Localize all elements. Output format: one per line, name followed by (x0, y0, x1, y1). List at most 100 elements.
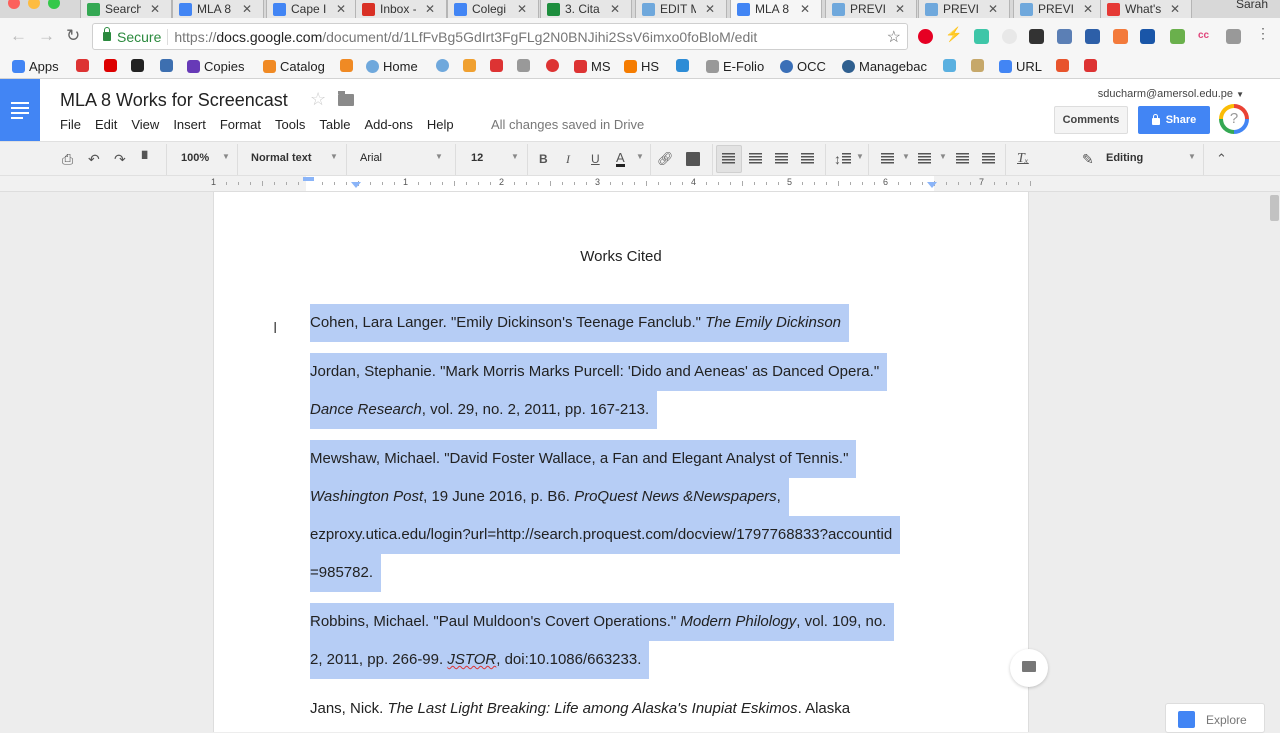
bookmark-item[interactable] (131, 59, 144, 72)
lightning-extension-icon[interactable]: ⚡ (945, 26, 962, 42)
close-tab-icon[interactable]: ✕ (1170, 2, 1180, 16)
close-tab-icon[interactable]: ✕ (242, 2, 252, 16)
close-window-icon[interactable] (8, 0, 20, 9)
paragraph-style-select[interactable]: Normal text (251, 152, 312, 164)
browser-tab[interactable]: Cape I ✕ (266, 0, 358, 18)
bookmark-item[interactable]: Managebac (842, 59, 927, 74)
clear-formatting-icon[interactable]: Tₓ (1017, 151, 1029, 167)
justify-button[interactable] (801, 153, 814, 164)
citation-line[interactable]: Jans, Nick. The Last Light Breaking: Lif… (310, 690, 850, 728)
decrease-indent-button[interactable] (956, 153, 969, 164)
menu-tools[interactable]: Tools (275, 117, 305, 132)
bookmark-item[interactable] (436, 59, 449, 72)
browser-tab[interactable]: Colegi ✕ (447, 0, 539, 18)
extension-icon[interactable] (1226, 29, 1241, 44)
close-tab-icon[interactable]: ✕ (895, 2, 905, 16)
citation-line[interactable]: Jordan, Stephanie. "Mark Morris Marks Pu… (310, 353, 888, 391)
browser-tab[interactable]: PREVI ✕ (1013, 0, 1105, 18)
browser-tab[interactable]: Inbox - ✕ (355, 0, 447, 18)
save-status[interactable]: All changes saved in Drive (491, 117, 644, 132)
cc-extension-icon[interactable]: cc (1198, 30, 1213, 45)
citation-line[interactable]: Robbins, Michael. "Paul Muldoon's Covert… (310, 603, 895, 641)
bookmark-item[interactable] (104, 59, 117, 72)
bookmark-item[interactable] (676, 59, 689, 72)
editing-mode-select[interactable]: Editing (1106, 152, 1143, 164)
bookmark-item[interactable] (490, 59, 503, 72)
bookmark-item[interactable]: Copies (187, 59, 244, 74)
menu-help[interactable]: Help (427, 117, 454, 132)
extension-icon[interactable] (1002, 29, 1017, 44)
insert-link-icon[interactable]: 🔗︎ (657, 151, 674, 167)
menu-insert[interactable]: Insert (173, 117, 206, 132)
bookmark-item[interactable] (463, 59, 476, 72)
menu-table[interactable]: Table (319, 117, 350, 132)
film-extension-icon[interactable] (1029, 29, 1044, 44)
undo-icon[interactable]: ↶ (88, 151, 100, 167)
numbered-list-button[interactable] (881, 153, 894, 164)
bookmark-item[interactable] (517, 59, 530, 72)
browser-tab[interactable]: Search ✕ (80, 0, 172, 18)
pinterest-extension-icon[interactable] (918, 29, 933, 44)
eyedropper-extension-icon[interactable] (1057, 29, 1072, 44)
back-icon[interactable]: ← (10, 26, 27, 46)
menu-format[interactable]: Format (220, 117, 261, 132)
font-size-select[interactable]: 12 (471, 152, 483, 164)
print-icon[interactable]: ⎙ (62, 151, 73, 167)
zoom-select[interactable]: 100% (181, 152, 209, 164)
close-tab-icon[interactable]: ✕ (425, 2, 435, 16)
citation-line[interactable]: =985782. (310, 554, 381, 592)
close-tab-icon[interactable]: ✕ (517, 2, 527, 16)
insert-comment-icon[interactable] (686, 152, 700, 166)
browser-tab[interactable]: What's ✕ (1100, 0, 1192, 18)
close-tab-icon[interactable]: ✕ (1083, 2, 1093, 16)
underline-button[interactable]: U (591, 151, 600, 167)
bookmark-item[interactable]: OCC (780, 59, 826, 74)
bookmark-item[interactable]: HS (624, 59, 659, 74)
extension-icon[interactable] (1113, 29, 1128, 44)
redo-icon[interactable]: ↷ (114, 151, 126, 167)
menu-edit[interactable]: Edit (95, 117, 117, 132)
close-tab-icon[interactable]: ✕ (988, 2, 998, 16)
bookmark-item[interactable]: Catalog (263, 59, 325, 74)
add-comment-button[interactable] (1010, 649, 1048, 687)
browser-tab[interactable]: EDIT M ✕ (635, 0, 727, 18)
citation-line[interactable]: Dance Research, vol. 29, no. 2, 2011, pp… (310, 391, 658, 429)
close-tab-icon[interactable]: ✕ (705, 2, 715, 16)
minimize-window-icon[interactable] (28, 0, 40, 9)
extension-icon[interactable] (1085, 29, 1100, 44)
close-tab-icon[interactable]: ✕ (336, 2, 346, 16)
star-icon[interactable]: ☆ (310, 89, 326, 110)
align-center-button[interactable] (749, 153, 762, 164)
folder-icon[interactable] (338, 91, 354, 106)
close-tab-icon[interactable]: ✕ (800, 2, 810, 16)
bookmark-item[interactable] (1084, 59, 1097, 72)
share-button[interactable]: Share (1138, 106, 1210, 134)
menu-view[interactable]: View (131, 117, 159, 132)
text-color-button[interactable]: A (616, 151, 625, 167)
left-indent-handle[interactable] (351, 182, 361, 188)
bookmark-item[interactable]: E-Folio (706, 59, 764, 74)
paint-format-icon[interactable]: ▘ (142, 151, 153, 167)
bold-button[interactable]: B (539, 151, 548, 167)
citation-line[interactable]: Mewshaw, Michael. "David Foster Wallace,… (310, 440, 857, 478)
account-switcher[interactable]: sducharm@amersol.edu.pe ▼ (1098, 88, 1244, 100)
help-icon[interactable] (1219, 104, 1249, 134)
bookmark-item[interactable] (546, 59, 559, 72)
first-line-indent-handle[interactable] (303, 177, 314, 181)
profile-name[interactable]: Sarah (1236, 0, 1268, 11)
chrome-menu-icon[interactable]: ⋮ (1256, 25, 1271, 41)
address-bar[interactable]: Secure https://docs.google.com/document/… (92, 23, 908, 50)
citation-line[interactable]: Cohen, Lara Langer. "Emily Dickinson's T… (310, 304, 850, 342)
bookmark-item[interactable] (76, 59, 89, 72)
browser-tab[interactable]: PREVI ✕ (825, 0, 917, 18)
extension-icon[interactable] (1140, 29, 1155, 44)
bookmark-item[interactable] (1056, 59, 1069, 72)
right-indent-handle[interactable] (927, 182, 937, 188)
extension-icon[interactable] (974, 29, 989, 44)
bookmark-item[interactable]: MS (574, 59, 611, 74)
bookmark-item[interactable]: URL (999, 59, 1042, 74)
bookmark-item[interactable] (340, 59, 353, 72)
close-tab-icon[interactable]: ✕ (610, 2, 620, 16)
italic-button[interactable]: I (566, 151, 570, 167)
maximize-window-icon[interactable] (48, 0, 60, 9)
